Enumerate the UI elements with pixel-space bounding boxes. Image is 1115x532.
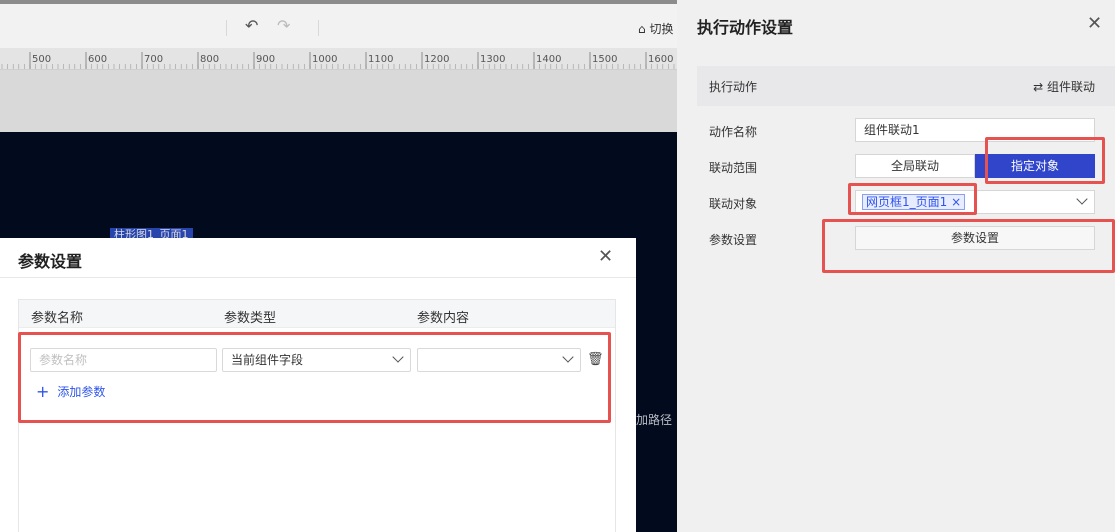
scope-label: 联动范围: [709, 161, 758, 175]
dialog-title: 参数设置: [18, 252, 83, 271]
target-select[interactable]: 网页框1_页面1 ×: [855, 190, 1095, 214]
action-label: 执行动作: [709, 80, 758, 94]
action-name-label: 动作名称: [709, 125, 758, 139]
scope-global-button[interactable]: 全局联动: [855, 154, 975, 178]
scope-specific-button[interactable]: 指定对象: [975, 154, 1095, 178]
ruler-ticks: 500 600 700 800 900 1000 1100 1200 1300 1400 1500 1…: [1, 52, 680, 69]
param-content-select[interactable]: [417, 348, 581, 372]
ruler-tick-label: 1000: [312, 54, 337, 65]
param-table-header: 参数名称 参数类型 参数内容: [19, 300, 615, 328]
add-param-button[interactable]: + 添加参数: [36, 382, 105, 401]
close-icon[interactable]: ✕: [1087, 15, 1102, 33]
switch-label: 切换: [649, 22, 674, 36]
canvas-margin: [0, 70, 680, 132]
action-settings-panel: 执行动作设置 ✕ 执行动作 ⇄ 组件联动 动作名称 组件联动1 联动范围 全局联…: [677, 0, 1115, 532]
ruler-tick-label: 900: [256, 54, 275, 65]
column-header-name: 参数名称: [31, 311, 84, 326]
param-table: 参数名称 参数类型 参数内容: [18, 299, 616, 532]
chevron-down-icon: [392, 351, 404, 363]
close-icon[interactable]: ✕: [598, 248, 613, 266]
chevron-down-icon: [1076, 193, 1088, 205]
panel-title: 执行动作设置: [697, 18, 794, 37]
horizontal-ruler: 500 600 700 800 900 1000 1100 1200 1300 1400 1500 1…: [0, 48, 680, 70]
shirt-icon: ⌂: [638, 22, 646, 36]
plus-icon: +: [36, 382, 50, 401]
column-header-type: 参数类型: [224, 311, 277, 326]
param-name-input[interactable]: 参数名称: [30, 348, 217, 372]
param-settings-label: 参数设置: [709, 233, 758, 247]
action-row: 执行动作 ⇄ 组件联动: [697, 66, 1115, 106]
ruler-tick-label: 1400: [536, 54, 561, 65]
add-param-label: 添加参数: [57, 385, 106, 399]
action-type[interactable]: ⇄ 组件联动: [1033, 78, 1095, 95]
chevron-down-icon: [562, 351, 574, 363]
switch-button[interactable]: ⌂ 切换: [638, 20, 673, 37]
ruler-tick-label: 1300: [480, 54, 505, 65]
dialog-header: 参数设置 ✕: [0, 238, 636, 278]
ruler-tick-label: 600: [88, 54, 107, 65]
param-type-select[interactable]: 当前组件字段: [222, 348, 411, 372]
ruler-tick-label: 1500: [592, 54, 617, 65]
toolbar-separator: [318, 20, 319, 36]
ruler-tick-label: 1600: [648, 54, 673, 65]
param-type-value: 当前组件字段: [231, 353, 304, 367]
ruler-tick-label: 700: [144, 54, 163, 65]
panel-header: 执行动作设置 ✕: [677, 4, 1115, 44]
redo-icon[interactable]: ↷: [277, 18, 290, 34]
target-label: 联动对象: [709, 197, 758, 211]
action-name-input[interactable]: 组件联动1: [855, 118, 1095, 142]
undo-icon[interactable]: ↶: [245, 18, 258, 34]
ruler-tick-label: 1100: [368, 54, 393, 65]
toolbar-separator: [226, 20, 227, 36]
column-header-content: 参数内容: [417, 311, 470, 326]
canvas-path-text: 加路径: [636, 413, 673, 427]
target-tag[interactable]: 网页框1_页面1 ×: [862, 194, 966, 210]
ruler-tick-label: 1200: [424, 54, 449, 65]
param-settings-dialog: 参数设置 ✕ 参数名称 参数类型 参数内容 参数名称 当前组件字段 🗑 + 添加参…: [0, 238, 636, 532]
param-settings-button[interactable]: 参数设置: [855, 226, 1095, 250]
ruler-tick-label: 800: [200, 54, 219, 65]
editor-toolbar: ↶ ↷ ⌂ 切换: [0, 4, 680, 48]
trash-icon[interactable]: 🗑: [587, 352, 604, 367]
ruler-tick-label: 500: [32, 54, 51, 65]
